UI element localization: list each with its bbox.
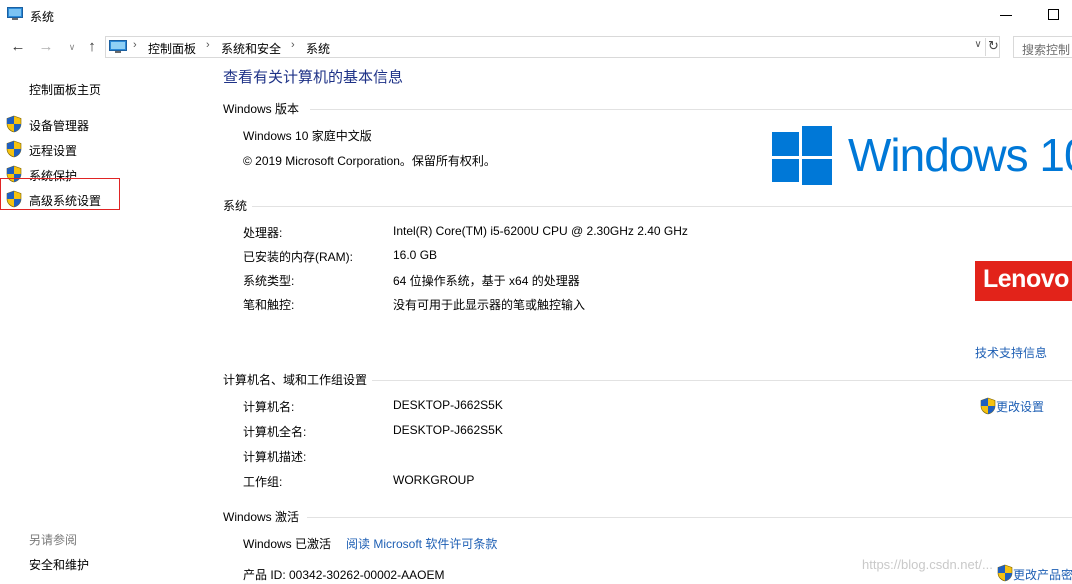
breadcrumb-separator-icon[interactable]: › — [291, 39, 295, 51]
security-maintenance-link[interactable]: 安全和维护 — [29, 556, 89, 573]
breadcrumb-system[interactable]: 系统 — [306, 40, 330, 57]
windows-10-wordmark: Windows 10 — [848, 129, 1072, 181]
see-also-heading: 另请参阅 — [29, 533, 78, 547]
pen-touch-label: 笔和触控: — [243, 298, 295, 312]
change-product-key-label: 更改产品密 — [1013, 568, 1072, 582]
support-info-link[interactable]: 技术支持信息 — [975, 344, 1047, 361]
breadcrumb-separator-icon[interactable]: › — [133, 39, 137, 51]
section-divider — [252, 206, 1072, 207]
full-computer-name-value: DESKTOP-J662S5K — [393, 423, 503, 437]
search-placeholder: 搜索控制 — [1022, 43, 1071, 57]
navigation-bar: ← → ∨ ↑ › 控制面板 › 系统和安全 › 系统 ∨ ↻ 搜索控制 — [0, 33, 1072, 61]
workgroup-value: WORKGROUP — [393, 473, 475, 487]
uac-shield-icon — [6, 115, 22, 133]
uac-shield-icon — [997, 564, 1013, 582]
page-title: 查看有关计算机的基本信息 — [223, 69, 404, 86]
copyright-text: © 2019 Microsoft Corporation。保留所有权利。 — [243, 154, 496, 168]
section-heading-computer-name: 计算机名、域和工作组设置 — [223, 373, 368, 387]
lenovo-logo: Lenovo — [975, 261, 1072, 301]
lenovo-logo-text: Lenovo — [983, 265, 1069, 293]
maximize-button[interactable] — [1048, 9, 1059, 20]
search-input[interactable]: 搜索控制 — [1013, 36, 1072, 58]
minimize-button[interactable] — [1000, 15, 1012, 16]
system-type-label: 系统类型: — [243, 274, 295, 288]
sidebar-item-label: 设备管理器 — [29, 119, 90, 133]
computer-description-label: 计算机描述: — [243, 450, 307, 464]
ram-label: 已安装的内存(RAM): — [243, 250, 353, 264]
activation-status: Windows 已激活 — [243, 537, 332, 551]
uac-shield-icon — [980, 397, 996, 415]
back-arrow-icon[interactable]: ← — [9, 37, 27, 57]
product-id: 产品 ID: 00342-30262-00002-AAOEM — [243, 568, 445, 582]
control-panel-home-link[interactable]: 控制面板主页 — [29, 81, 101, 98]
section-divider — [310, 109, 1072, 110]
license-terms-link[interactable]: 阅读 Microsoft 软件许可条款 — [346, 535, 497, 552]
chevron-down-icon[interactable]: ∨ — [971, 39, 985, 50]
pen-touch-value: 没有可用于此显示器的笔或触控输入 — [393, 298, 586, 312]
title-bar: 系统 — [0, 0, 1072, 32]
up-arrow-icon[interactable]: ↑ — [83, 37, 101, 57]
full-computer-name-label: 计算机全名: — [243, 425, 307, 439]
breadcrumb-control-panel[interactable]: 控制面板 — [148, 40, 196, 57]
system-icon — [7, 7, 23, 20]
breadcrumb-separator-icon[interactable]: › — [206, 39, 210, 51]
section-divider — [372, 380, 1072, 381]
recent-locations-chevron-icon[interactable]: ∨ — [63, 37, 81, 57]
address-bar[interactable]: › 控制面板 › 系统和安全 › 系统 ∨ ↻ — [105, 36, 1000, 58]
uac-shield-icon — [6, 140, 22, 158]
forward-arrow-icon[interactable]: → — [37, 37, 55, 57]
ram-value: 16.0 GB — [393, 248, 438, 262]
system-type-value: 64 位操作系统，基于 x64 的处理器 — [393, 274, 580, 288]
edition-name: Windows 10 家庭中文版 — [243, 129, 372, 143]
watermark-text: https://blog.csdn.net/... — [862, 557, 993, 572]
processor-label: 处理器: — [243, 226, 283, 240]
section-heading-edition: Windows 版本 — [223, 102, 300, 116]
computer-name-value: DESKTOP-J662S5K — [393, 398, 503, 412]
section-heading-system: 系统 — [223, 199, 248, 213]
section-divider — [307, 517, 1072, 518]
refresh-icon[interactable]: ↻ — [985, 38, 1001, 56]
windows-logo-icon — [772, 126, 832, 185]
processor-value: Intel(R) Core(TM) i5-6200U CPU @ 2.30GHz… — [393, 224, 688, 238]
sidebar-item-label: 远程设置 — [29, 144, 78, 158]
control-panel-icon — [109, 40, 127, 53]
window-title: 系统 — [30, 10, 55, 24]
section-heading-activation: Windows 激活 — [223, 510, 300, 524]
highlight-annotation-box — [0, 178, 120, 210]
change-settings-label: 更改设置 — [996, 400, 1045, 414]
breadcrumb-system-security[interactable]: 系统和安全 — [221, 40, 281, 57]
workgroup-label: 工作组: — [243, 475, 283, 489]
computer-name-label: 计算机名: — [243, 400, 295, 414]
